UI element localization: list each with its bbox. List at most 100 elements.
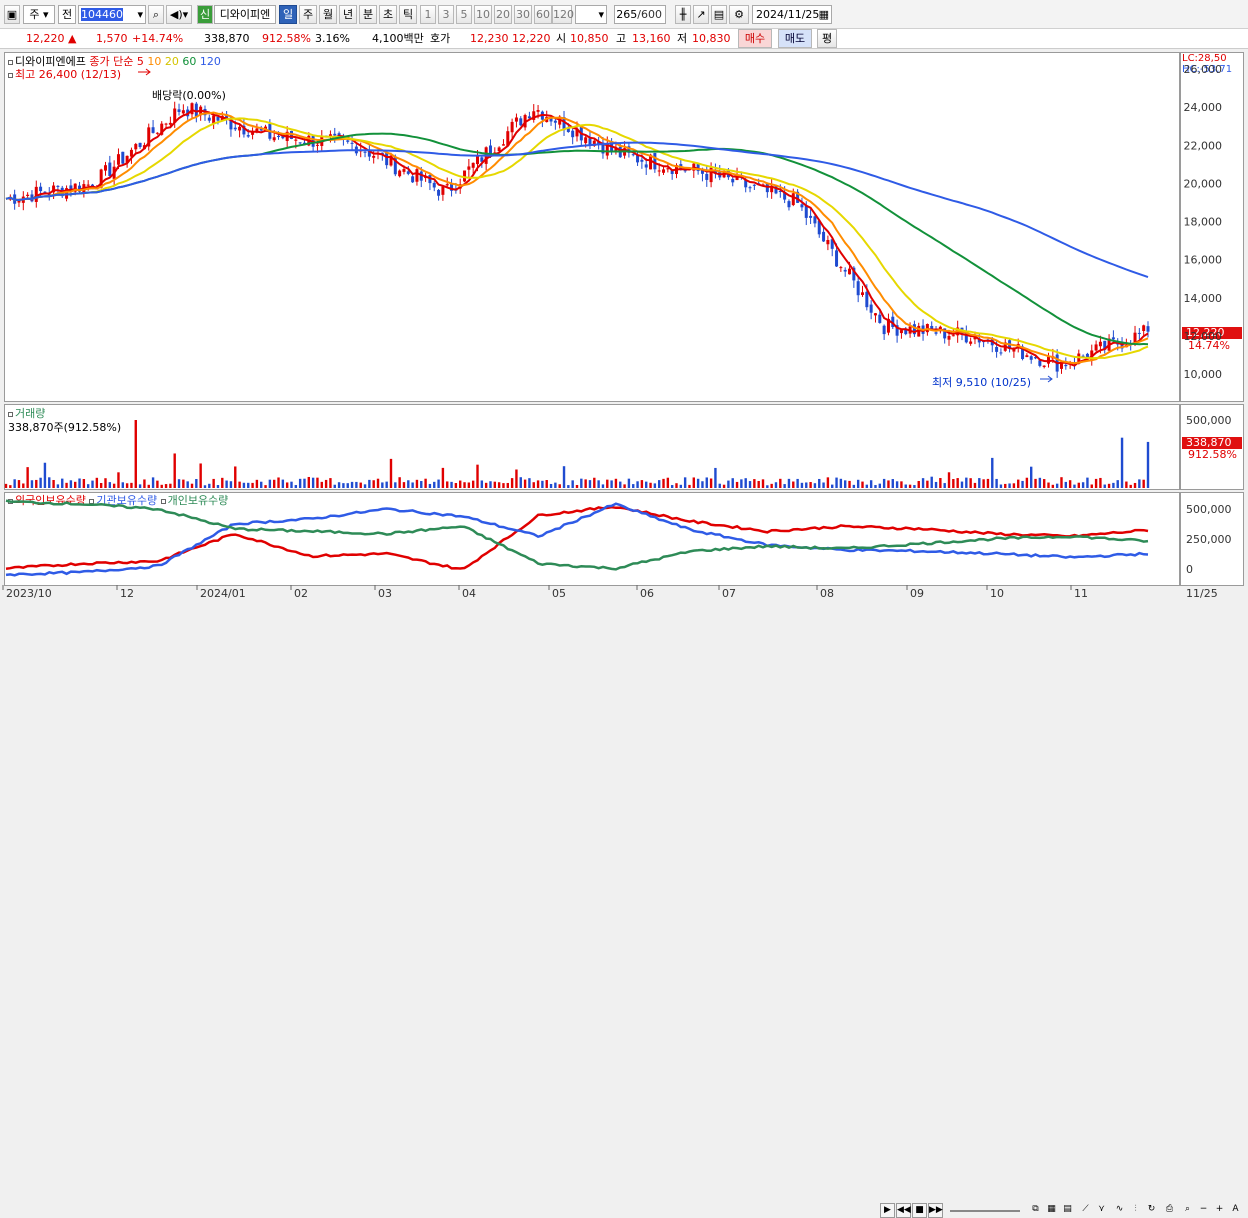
market-select[interactable]: 주 ▾ [23,5,55,24]
x-tick-label: 11/25 [1186,587,1218,600]
max-note: 최고 26,400 (12/13) [8,66,121,82]
individual-legend: 개인보유수량 [167,494,229,507]
amount: 4,100백만 [372,32,424,45]
interval-1[interactable]: 1 [420,5,436,24]
pattern-icon[interactable]: ⋎ [1094,1203,1109,1218]
interval-3[interactable]: 3 [438,5,454,24]
layout-icon[interactable]: ⧉ [1028,1203,1043,1218]
interval-30[interactable]: 30 [514,5,532,24]
period-second[interactable]: 초 [379,5,397,24]
zoom-out-icon[interactable]: − [1196,1203,1211,1218]
open-label: 시 [556,32,567,45]
market-value: 주 [29,8,40,21]
high-price: 13,160 [632,32,671,45]
x-tick-label: 11 [1074,587,1088,600]
holdings-ytick-250k: 250,000 [1186,533,1232,546]
settings-gear-icon[interactable]: ⚙ [729,5,749,24]
count-input[interactable]: 265/600 [614,5,666,24]
volume-value: 338,870주(912.58%) [8,421,122,434]
period-year[interactable]: 년 [339,5,357,24]
code-input[interactable]: 104460 ▾ [78,5,146,24]
min-note: 최저 9,510 (10/25) [932,376,1032,389]
price-pct-tag: 14.74% [1188,339,1230,352]
holdings-ytick-0: 0 [1186,563,1193,576]
quote-bar: 12,220 ▲ 1,570 +14.74% 338,870 912.58% 3… [0,29,1248,49]
low-price: 10,830 [692,32,731,45]
count-value: 265 [616,8,638,21]
magnify-icon[interactable]: ⌕ [1180,1203,1195,1218]
text-icon[interactable]: A [1228,1203,1243,1218]
date-input[interactable]: 2024/11/25 ▦ [752,5,832,24]
ma-20-label: 20 [164,55,179,68]
toolbar: ▣ 주 ▾ 전 104460 ▾ ⌕ ◀)▾ 신 디와이피엔 일 주 월 년 분 … [0,0,1248,29]
x-tick-label: 02 [294,587,308,600]
interval-120[interactable]: 120 [552,5,574,24]
ex-rights-note: 배당락(0.00%) [152,89,226,102]
interval-5[interactable]: 5 [456,5,472,24]
speaker-icon[interactable]: ◀)▾ [166,5,192,24]
price-tag: 12,220 [1182,327,1242,339]
zoom-in-icon[interactable]: + [1212,1203,1227,1218]
table-icon[interactable]: ▤ [1060,1203,1075,1218]
x-tick-label: 03 [378,587,392,600]
stop-icon[interactable]: ■ [912,1203,927,1218]
period-minute[interactable]: 분 [359,5,377,24]
window-icon[interactable]: ▣ [4,5,20,24]
foreign-legend: 외국인보유수량 [15,494,86,507]
max-note-text: 최고 26,400 (12/13) [15,68,122,81]
x-tick-label: 04 [462,587,476,600]
refresh-icon[interactable]: ↻ [1144,1203,1159,1218]
search-icon[interactable]: ⌕ [148,5,164,24]
interval-60[interactable]: 60 [534,5,552,24]
fast-forward-icon[interactable]: ▶▶ [928,1203,943,1218]
calendar-icon[interactable]: ▦ [819,6,829,23]
fib-icon[interactable]: ⫶ [1128,1203,1143,1218]
volume: 338,870 [204,32,250,45]
x-tick-label: 08 [820,587,834,600]
x-tick-label: 06 [640,587,654,600]
rewind-icon[interactable]: ◀◀ [896,1203,911,1218]
bottom-toolbar: ▶ ◀◀ ■ ▶▶ ⧉ ▦ ▤ ⟋ ⋎ ∿ ⫶ ↻ ⎙ ⌕ − + A [0,601,1248,1218]
ma-5-label: 5 [136,55,144,68]
x-tick-label: 2023/10 [6,587,52,600]
ma-60-label: 60 [182,55,197,68]
high-label: 고 [616,32,627,45]
period-mode-select[interactable]: 전 [58,5,76,24]
draw-icon[interactable]: ↗ [693,5,709,24]
ask-price: 12,230 [470,32,509,45]
scroll-right-icon[interactable]: ▶ [880,1203,895,1218]
buy-button[interactable]: 매수 [738,29,772,48]
code-value: 104460 [81,8,123,21]
count-total: /600 [637,8,662,21]
interval-20[interactable]: 20 [494,5,512,24]
credit-badge: 신 [197,5,213,24]
price-panel[interactable] [4,52,1180,402]
eval-button[interactable]: 평 [817,29,837,48]
ma-10-label: 10 [147,55,162,68]
period-week[interactable]: 주 [299,5,317,24]
zoom-slider[interactable] [950,1210,1020,1212]
grid-icon[interactable]: ▦ [1044,1203,1059,1218]
x-tick-label: 2024/01 [200,587,246,600]
date-value: 2024/11/25 [756,8,820,21]
print-icon[interactable]: ⎙ [1162,1203,1177,1218]
bid-price: 12,220 [512,32,551,45]
holdings-ytick-500k: 500,000 [1186,503,1232,516]
period-day[interactable]: 일 [279,5,297,24]
sell-button[interactable]: 매도 [778,29,812,48]
interval-custom-select[interactable]: ▾ [575,5,607,24]
trend-icon[interactable]: ⟋ [1078,1203,1093,1218]
lc-label: LC:28,50 [1182,53,1227,64]
interval-10[interactable]: 10 [474,5,492,24]
save-icon[interactable]: ▤ [711,5,727,24]
wave-icon[interactable]: ∿ [1112,1203,1127,1218]
change-pct: +14.74% [132,32,184,45]
x-tick-label: 05 [552,587,566,600]
volume-panel[interactable] [4,404,1180,490]
period-tick[interactable]: 틱 [399,5,417,24]
volume-pct-tag: 912.58% [1188,448,1237,461]
change-arrow: ▲ [68,32,77,45]
turnover: 3.16% [315,32,350,45]
period-month[interactable]: 월 [319,5,337,24]
candle-icon[interactable]: ╫ [675,5,691,24]
